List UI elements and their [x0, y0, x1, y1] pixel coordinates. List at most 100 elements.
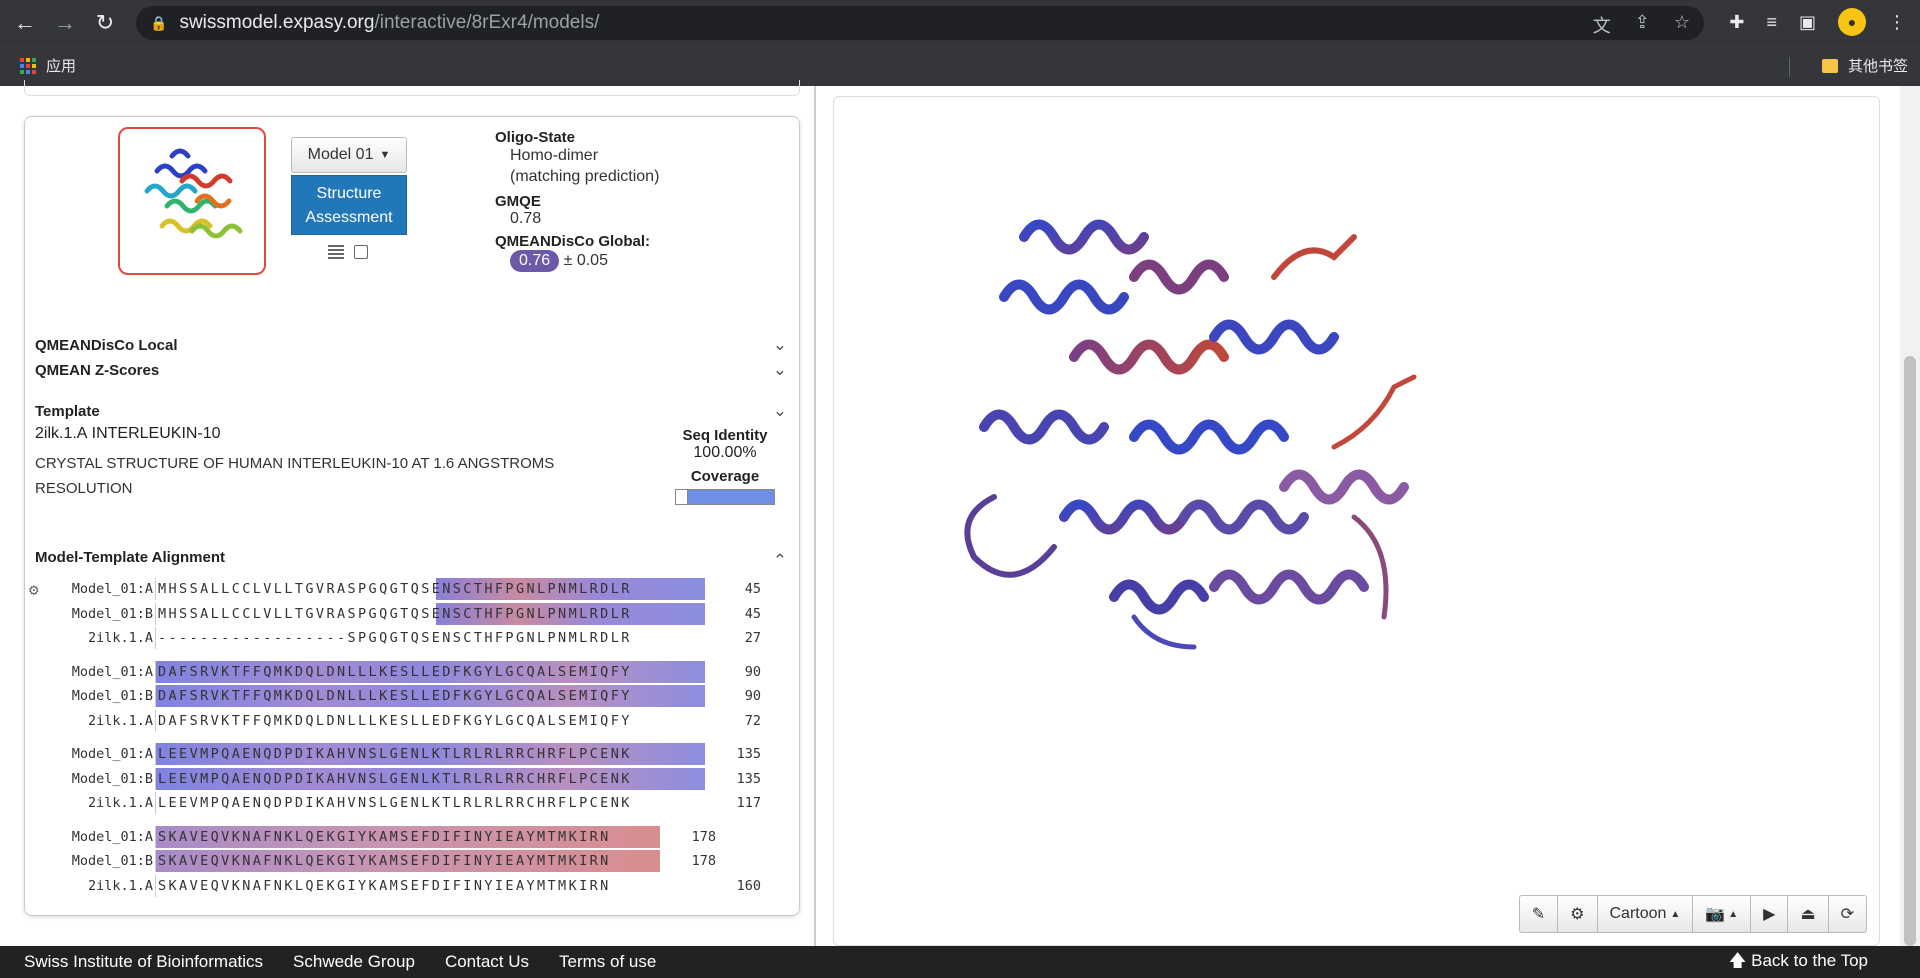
- menu-icon[interactable]: ⋮: [1888, 12, 1906, 33]
- alignment-row-number: 160: [736, 877, 761, 894]
- alignment-row-sequence: SKAVEQVKNAFNKLQEKGIYKAMSEFDIFINYIEAYMTMK…: [155, 850, 660, 873]
- seq-identity-label: Seq Identity: [682, 427, 768, 444]
- scrollbar-thumb[interactable]: [1904, 356, 1916, 946]
- alignment-row: Model_01:B SKAVEQVKNAFNKLQEKGIYKAMSEFDIFI…: [35, 849, 761, 874]
- alignment-row-number: 135: [736, 746, 761, 763]
- template-name: INTERLEUKIN-10: [91, 425, 221, 442]
- alignment-row-name: Model_01:B: [71, 853, 153, 870]
- camera-icon[interactable]: 📷 ▲: [1692, 895, 1752, 933]
- forward-icon[interactable]: →: [50, 8, 80, 38]
- model-thumbnail[interactable]: [118, 127, 266, 275]
- address-bar[interactable]: 🔒 swissmodel.expasy.org/interactive/8rEx…: [136, 6, 1704, 40]
- reset-view-icon[interactable]: ⟳: [1827, 895, 1867, 933]
- footer-link-sib[interactable]: Swiss Institute of Bioinformatics: [24, 952, 263, 972]
- alignment-row-number: 72: [744, 712, 761, 729]
- footer-link-contact[interactable]: Contact Us: [445, 952, 529, 972]
- template-title-row: 2ilk.1.A INTERLEUKIN-10: [35, 425, 221, 443]
- caret-down-icon: ▼: [379, 149, 391, 161]
- extensions-icon[interactable]: ✚: [1729, 12, 1744, 33]
- alignment-row-number: 135: [736, 770, 761, 787]
- back-icon[interactable]: ←: [10, 8, 40, 38]
- model-selector-button[interactable]: Model 01 ▼: [291, 137, 407, 173]
- alignment-row-sequence: DAFSRVKTFFQMKDQLDNLLLKESLLEDFKGYLGCQALSE…: [155, 685, 705, 708]
- alignment-row: Model_01:A LEEVMPQAENQDPDIKAHVNSLGENLKTLR…: [35, 742, 761, 767]
- footer-link-terms[interactable]: Terms of use: [559, 952, 656, 972]
- alignment-row-number: 27: [744, 630, 761, 647]
- model-info: Oligo-State Homo-dimer (matching predict…: [495, 129, 795, 272]
- alignment-row-sequence: MHSSALLCCLVLLTGVRASPGQGTQSENSCTHFPGNLPNM…: [155, 578, 705, 601]
- apps-bookmark[interactable]: 应用: [20, 55, 76, 76]
- back-to-top-link[interactable]: 🡅 Back to the Top: [1729, 948, 1868, 977]
- page-scrollbar[interactable]: [1900, 86, 1920, 946]
- chevron-up-icon[interactable]: ⌃: [773, 551, 787, 571]
- chevron-down-icon[interactable]: ⌄: [773, 360, 787, 380]
- alignment-row-sequence: DAFSRVKTFFQMKDQLDNLLLKESLLEDFKGYLGCQALSE…: [155, 660, 705, 683]
- alignment-row: 2ilk.1.A DAFSRVKTFFQMKDQLDNLLLKESLLEDFKGY…: [35, 709, 761, 734]
- viewer-toolbar: ✎ ⚙ Cartoon ▲ 📷 ▲ ▶ ⏏ ⟳: [1518, 895, 1867, 933]
- structure-assessment-button[interactable]: Structure Assessment: [291, 175, 407, 235]
- other-bookmarks[interactable]: 其他书签: [1821, 55, 1908, 76]
- align-lines-icon[interactable]: [328, 245, 344, 259]
- settings-gear-icon[interactable]: ⚙: [1557, 895, 1598, 933]
- alignment-row-number: 45: [744, 605, 761, 622]
- template-header[interactable]: Template: [35, 403, 100, 420]
- gear-icon[interactable]: ⚙: [29, 580, 39, 599]
- alignment-row-name: Model_01:B: [71, 688, 153, 705]
- side-panel-icon[interactable]: ▣: [1799, 12, 1816, 33]
- qmean-error: ± 0.05: [563, 252, 608, 269]
- share-icon[interactable]: ⇪: [1635, 12, 1650, 38]
- alignment-row: Model_01:B DAFSRVKTFFQMKDQLDNLLLKESLLEDFK…: [35, 684, 761, 709]
- pencil-icon[interactable]: ✎: [1518, 895, 1559, 933]
- alignment-row-sequence: ------------------SPGQGTQSENSCTHFPGNLPNM…: [155, 627, 705, 650]
- alignment-row-number: 90: [744, 663, 761, 680]
- template-desc-line1: CRYSTAL STRUCTURE OF HUMAN INTERLEUKIN-1…: [35, 455, 555, 472]
- template-description: CRYSTAL STRUCTURE OF HUMAN INTERLEUKIN-1…: [35, 451, 635, 501]
- coverage-bar: [675, 489, 775, 505]
- qmean-zscores-header[interactable]: QMEAN Z-Scores: [35, 362, 159, 379]
- alignment-row-name: Model_01:A: [71, 581, 153, 598]
- alignment-row-sequence: LEEVMPQAENQDPDIKAHVNSLGENLKTLRLRLRRCHRFL…: [155, 767, 705, 790]
- apps-grid-icon: [20, 57, 36, 74]
- reading-list-icon[interactable]: ≡: [1766, 12, 1777, 33]
- qmean-local-header[interactable]: QMEANDisCo Local: [35, 337, 178, 354]
- alignment-row: Model_01:B LEEVMPQAENQDPDIKAHVNSLGENLKTLR…: [35, 767, 761, 792]
- alignment-row: 2ilk.1.A LEEVMPQAENQDPDIKAHVNSLGENLKTLRLR…: [35, 791, 761, 816]
- alignment-header[interactable]: Model-Template Alignment: [35, 549, 225, 566]
- play-icon[interactable]: ▶: [1750, 895, 1789, 933]
- alignment-row: Model_01:A SKAVEQVKNAFNKLQEKGIYKAMSEFDIFI…: [35, 825, 761, 850]
- alignment-row-sequence: MHSSALLCCLVLLTGVRASPGQGTQSENSCTHFPGNLPNM…: [155, 602, 705, 625]
- alignment-row-sequence: LEEVMPQAENQDPDIKAHVNSLGENLKTLRLRLRRCHRFL…: [155, 792, 705, 815]
- alignment-row-number: 178: [691, 853, 716, 870]
- protein-thumbnail-icon: [144, 148, 243, 239]
- translate-icon[interactable]: 文: [1593, 12, 1611, 38]
- oligo-state-label: Oligo-State: [495, 129, 576, 146]
- alignment-row-name: Model_01:A: [71, 828, 153, 845]
- footer-link-schwede[interactable]: Schwede Group: [293, 952, 415, 972]
- style-dropdown[interactable]: Cartoon ▲: [1596, 895, 1694, 933]
- url-path: /interactive/8rExr4/models/: [374, 12, 600, 33]
- page-content: Model 01 ▼ Structure Assessment Oligo-St…: [0, 80, 1920, 946]
- reload-icon[interactable]: ↻: [90, 8, 120, 38]
- chevron-down-icon[interactable]: ⌄: [773, 335, 787, 355]
- caret-up-icon: ▲: [1670, 908, 1681, 920]
- alignment-row-name: 2ilk.1.A: [87, 712, 153, 729]
- back-to-top-label: Back to the Top: [1751, 950, 1868, 970]
- structure-viewer[interactable]: ✎ ⚙ Cartoon ▲ 📷 ▲ ▶ ⏏ ⟳: [833, 96, 1880, 946]
- assess-label-2: Assessment: [305, 209, 393, 226]
- protein-structure-render: [964, 219, 1417, 650]
- template-id-link[interactable]: 2ilk.1.A: [35, 425, 87, 442]
- profile-avatar[interactable]: ●: [1838, 8, 1866, 36]
- eject-icon[interactable]: ⏏: [1787, 895, 1829, 933]
- model-card: Model 01 ▼ Structure Assessment Oligo-St…: [24, 116, 800, 916]
- qmean-global-label: QMEANDisCo Global:: [495, 233, 651, 250]
- alignment-table: ⚙ Model_01:A MHSSALLCCLVLLTGVRASPGQGTQSEN…: [29, 577, 761, 898]
- star-icon[interactable]: ☆: [1674, 12, 1690, 38]
- template-desc-line2: RESOLUTION: [35, 480, 133, 497]
- folder-icon: [1821, 58, 1838, 73]
- chevron-down-icon[interactable]: ⌄: [773, 401, 787, 421]
- alignment-row-sequence: SKAVEQVKNAFNKLQEKGIYKAMSEFDIFINYIEAYMTMK…: [155, 874, 705, 897]
- coverage-label: Coverage: [690, 468, 760, 485]
- alignment-row-number: 90: [744, 688, 761, 705]
- compare-checkbox[interactable]: [354, 245, 368, 259]
- panel-divider[interactable]: [814, 86, 816, 946]
